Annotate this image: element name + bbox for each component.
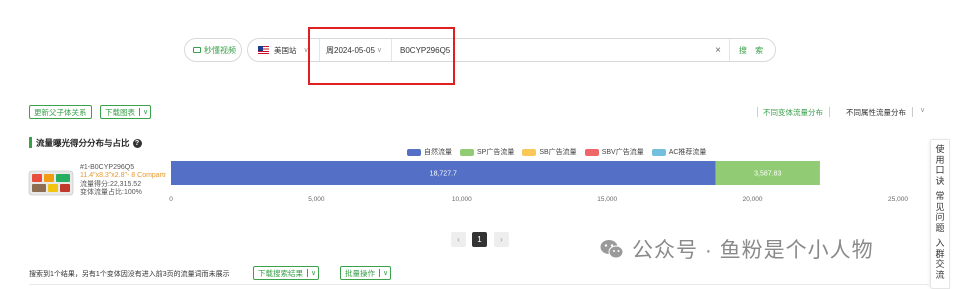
results-summary: 搜索到1个结果，另有1个变体因没有进入前3页的流量词而未展示 — [29, 271, 230, 278]
x-tick-label: 0 — [169, 196, 173, 203]
batch-ops-button[interactable]: 批量操作 ∨ — [340, 266, 392, 280]
chevron-down-icon[interactable]: ∨ — [379, 269, 388, 277]
prev-page-button[interactable]: ‹ — [451, 232, 466, 247]
side-panel-char: 诀 — [935, 175, 945, 186]
watermark: 公众号 · 鱼粉是个小人物 — [600, 234, 874, 264]
side-panel-char: 见 — [935, 201, 945, 212]
chevron-down-icon[interactable]: ∨ — [307, 269, 316, 277]
watermark-text: 公众号 · 鱼粉是个小人物 — [632, 239, 874, 262]
download-results-button[interactable]: 下载搜索结果 ∨ — [253, 266, 320, 280]
page-1-button[interactable]: 1 — [472, 232, 487, 247]
side-panel-char: 使 — [935, 144, 945, 154]
side-help-panel[interactable]: 使用口诀常见问题入群交流 — [930, 139, 950, 289]
download-results-label: 下载搜索结果 — [258, 268, 303, 278]
x-tick-label: 10,000 — [452, 196, 472, 203]
side-panel-char: 流 — [935, 269, 945, 280]
side-panel-char: 入 — [935, 238, 945, 248]
x-tick-label: 5,000 — [308, 196, 325, 203]
x-tick-label: 20,000 — [743, 196, 763, 203]
batch-ops-label: 批量操作 — [345, 268, 375, 278]
side-panel-char: 常 — [935, 191, 945, 201]
next-page-button[interactable]: › — [494, 232, 509, 247]
divider — [29, 284, 929, 285]
bar-data-label: 18,727.7 — [430, 171, 457, 178]
side-panel-char: 用 — [935, 154, 945, 165]
wechat-icon — [600, 240, 624, 259]
side-panel-char: 交 — [935, 259, 945, 269]
bar-data-label: 3,587.83 — [754, 171, 781, 178]
x-tick-label: 25,000 — [888, 196, 908, 203]
x-tick-label: 15,000 — [597, 196, 617, 203]
side-panel-char: 问 — [935, 212, 945, 222]
side-panel-char: 群 — [935, 248, 945, 259]
side-panel-char: 口 — [935, 165, 945, 175]
side-panel-char: 题 — [935, 222, 945, 233]
